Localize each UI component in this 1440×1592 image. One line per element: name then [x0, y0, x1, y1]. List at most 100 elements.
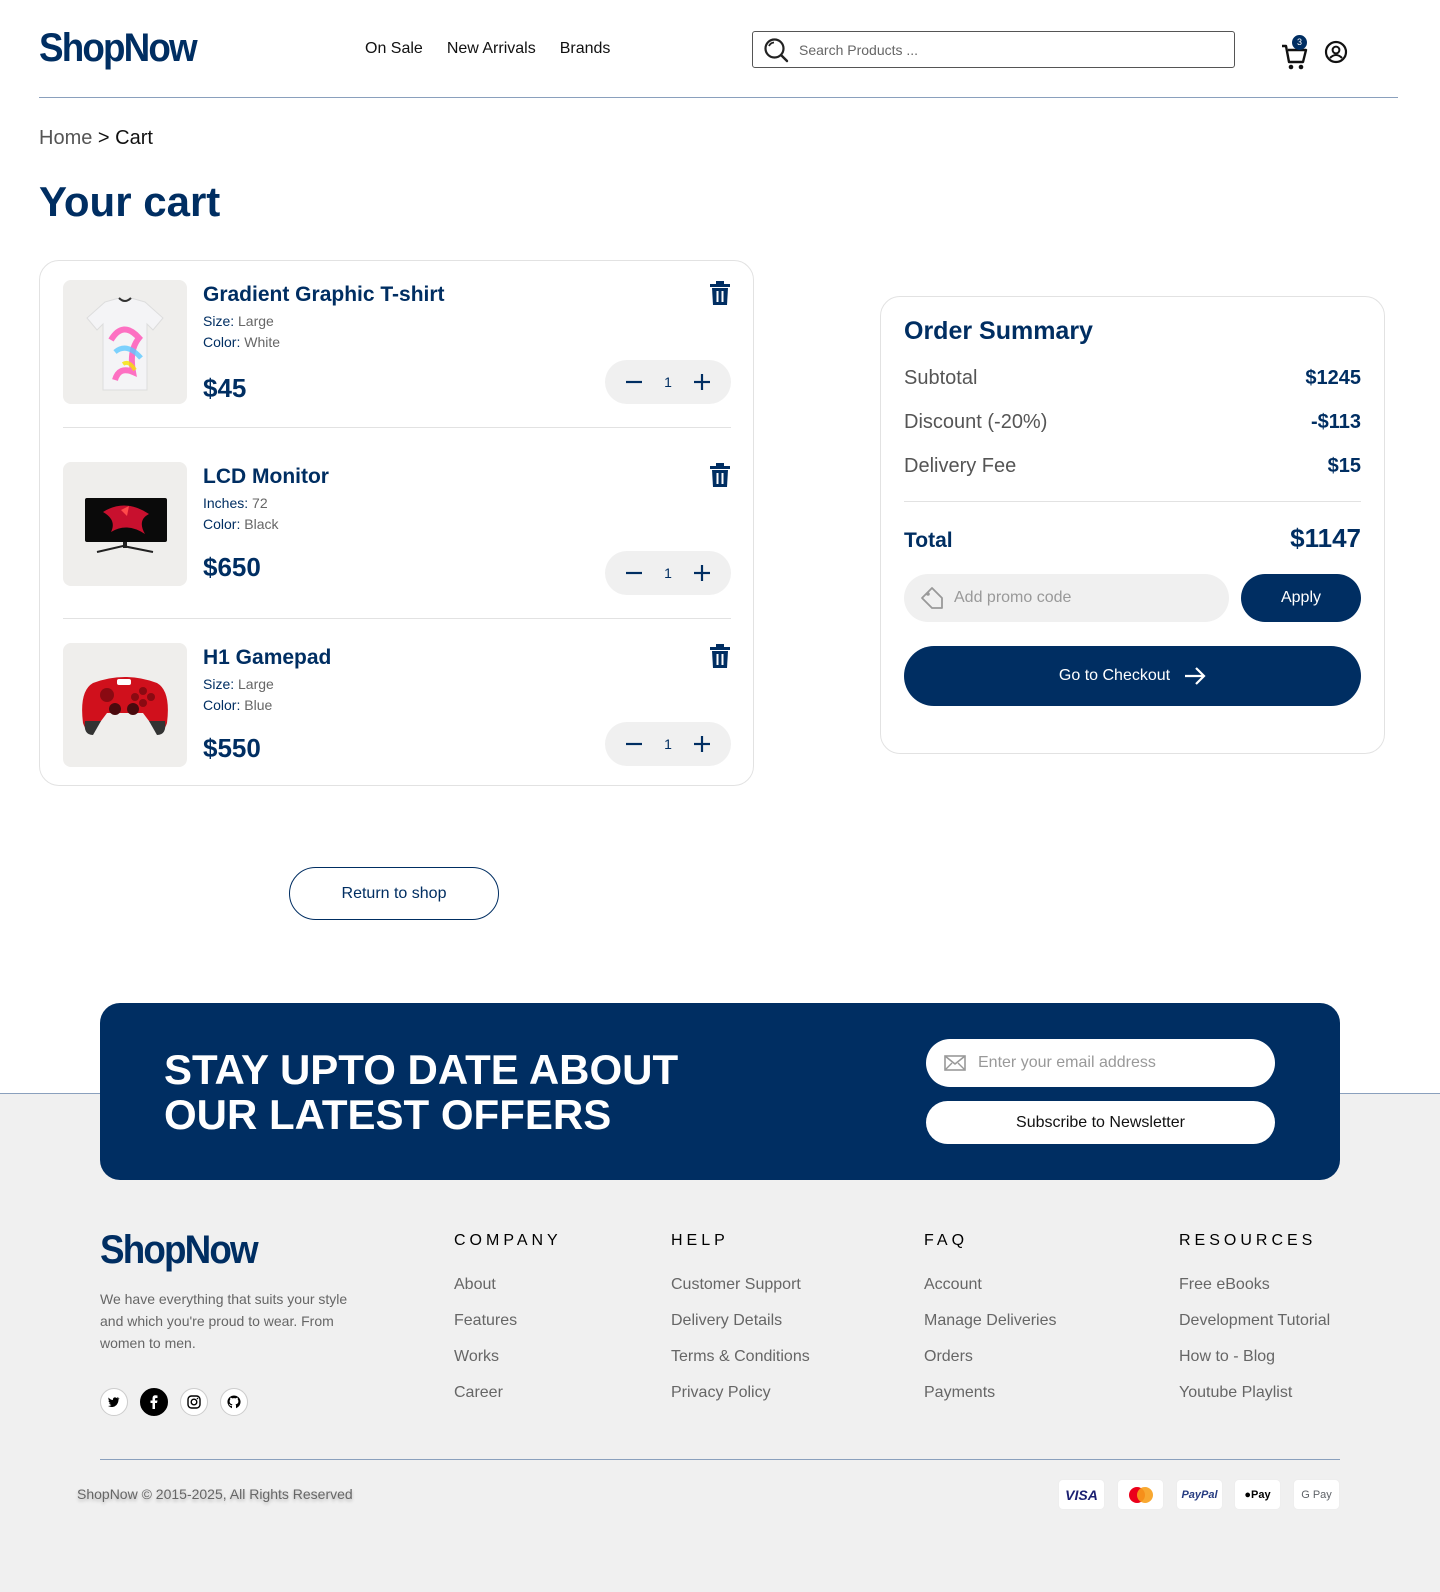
item-attribute: Color: White: [203, 334, 280, 350]
footer-link[interactable]: Account: [924, 1276, 1057, 1294]
apply-promo-button[interactable]: Apply: [1241, 574, 1361, 622]
item-name[interactable]: Gradient Graphic T-shirt: [203, 283, 445, 307]
plus-icon[interactable]: [693, 564, 711, 582]
footer-column-faq: FAQ Account Manage Deliveries Orders Pay…: [924, 1232, 1057, 1420]
subtotal-row: Subtotal $1245: [904, 367, 1361, 390]
footer-link[interactable]: Development Tutorial: [1179, 1312, 1330, 1330]
apple-pay-icon: ● Pay: [1234, 1479, 1281, 1510]
nav-new-arrivals[interactable]: New Arrivals: [447, 40, 536, 58]
trash-icon[interactable]: [709, 462, 731, 488]
attr-value: Large: [238, 313, 274, 329]
nav-brands[interactable]: Brands: [560, 40, 611, 58]
footer-link[interactable]: Terms & Conditions: [671, 1348, 810, 1366]
plus-icon[interactable]: [693, 735, 711, 753]
subtotal-label: Subtotal: [904, 367, 978, 389]
footer-column-help: HELP Customer Support Delivery Details T…: [671, 1232, 810, 1420]
attr-value: Large: [238, 676, 274, 692]
footer-link[interactable]: Career: [454, 1384, 562, 1402]
footer-column-title: RESOURCES: [1179, 1232, 1317, 1249]
promo-code-field[interactable]: [904, 574, 1229, 622]
newsletter-email-input[interactable]: [978, 1054, 1258, 1072]
minus-icon[interactable]: [625, 735, 643, 753]
product-image-monitor[interactable]: [63, 462, 187, 586]
footer-link[interactable]: Delivery Details: [671, 1312, 810, 1330]
attr-key: Inches:: [203, 495, 249, 511]
arrow-right-icon: [1185, 667, 1206, 685]
cart-item: H1 Gamepad Size: Large Color: Blue $550 …: [63, 643, 731, 767]
item-name[interactable]: H1 Gamepad: [203, 646, 331, 670]
product-image-tshirt[interactable]: [63, 280, 187, 404]
total-label: Total: [904, 529, 953, 552]
envelope-icon: [944, 1055, 966, 1071]
checkout-button[interactable]: Go to Checkout: [904, 646, 1361, 706]
newsletter-title-line: OUR LATEST OFFERS: [164, 1091, 612, 1138]
item-attribute: Inches: 72: [203, 495, 268, 511]
quantity-stepper: 1: [605, 551, 731, 595]
footer-link[interactable]: Payments: [924, 1384, 1057, 1402]
search-input[interactable]: [799, 41, 1199, 58]
footer-column-company: COMPANY About Features Works Career: [454, 1232, 562, 1420]
footer-link[interactable]: How to - Blog: [1179, 1348, 1330, 1366]
footer-link[interactable]: Privacy Policy: [671, 1384, 810, 1402]
summary-divider: [904, 501, 1361, 502]
footer-divider: [100, 1459, 1340, 1460]
footer-column-resources: RESOURCES Free eBooks Development Tutori…: [1179, 1232, 1330, 1420]
footer-description: We have everything that suits your style…: [100, 1291, 348, 1351]
footer-link[interactable]: Free eBooks: [1179, 1276, 1330, 1294]
quantity-stepper: 1: [605, 360, 731, 404]
total-row: Total $1147: [904, 523, 1361, 554]
return-to-shop-button[interactable]: Return to shop: [289, 867, 499, 920]
trash-icon[interactable]: [709, 280, 731, 306]
breadcrumb-home[interactable]: Home: [39, 127, 92, 149]
main-nav: On Sale New Arrivals Brands: [365, 40, 610, 58]
footer-link[interactable]: Customer Support: [671, 1276, 810, 1294]
quantity-value: 1: [664, 374, 672, 390]
logo[interactable]: ShopNow: [39, 26, 198, 71]
cart-item: Gradient Graphic T-shirt Size: Large Col…: [63, 280, 731, 404]
discount-label: Discount (-20%): [904, 411, 1048, 433]
subscribe-button[interactable]: Subscribe to Newsletter: [926, 1101, 1275, 1144]
quantity-value: 1: [664, 565, 672, 581]
product-image-gamepad[interactable]: [63, 643, 187, 767]
attr-value: White: [244, 334, 281, 350]
item-attribute: Size: Large: [203, 313, 274, 329]
item-divider: [63, 427, 731, 428]
footer-link[interactable]: Orders: [924, 1348, 1057, 1366]
footer-link[interactable]: Manage Deliveries: [924, 1312, 1057, 1330]
item-name[interactable]: LCD Monitor: [203, 465, 329, 489]
user-account-icon[interactable]: [1324, 40, 1348, 64]
newsletter-title: STAY UPTO DATE ABOUT OUR LATEST OFFERS: [164, 1047, 724, 1137]
item-price: $650: [203, 552, 261, 582]
footer-link[interactable]: Features: [454, 1312, 562, 1330]
discount-row: Discount (-20%) -$113: [904, 411, 1361, 434]
attr-key: Color:: [203, 334, 241, 350]
footer-link[interactable]: About: [454, 1276, 562, 1294]
footer-link[interactable]: Works: [454, 1348, 562, 1366]
copyright: ShopNow © 2015-2025, All Rights Reserved: [77, 1486, 353, 1502]
promo-code-input[interactable]: [954, 589, 1214, 607]
item-price: $45: [203, 373, 247, 403]
minus-icon[interactable]: [625, 373, 643, 391]
tag-icon: [921, 587, 943, 609]
mastercard-icon: [1117, 1479, 1164, 1510]
github-icon[interactable]: [220, 1388, 248, 1416]
breadcrumb-separator: >: [97, 127, 110, 149]
facebook-icon[interactable]: [140, 1388, 168, 1416]
attr-value: Black: [244, 516, 279, 532]
item-attribute: Color: Black: [203, 516, 278, 532]
footer-logo[interactable]: ShopNow: [100, 1228, 259, 1273]
subtotal-value: $1245: [1305, 367, 1361, 389]
newsletter-email-field[interactable]: [926, 1039, 1275, 1087]
plus-icon[interactable]: [693, 373, 711, 391]
nav-on-sale[interactable]: On Sale: [365, 40, 423, 58]
search-box[interactable]: [752, 31, 1235, 68]
page-title: Your cart: [39, 178, 221, 225]
twitter-icon[interactable]: [100, 1388, 128, 1416]
minus-icon[interactable]: [625, 564, 643, 582]
attr-key: Color:: [203, 697, 241, 713]
instagram-icon[interactable]: [180, 1388, 208, 1416]
footer-column-title: HELP: [671, 1232, 729, 1249]
trash-icon[interactable]: [709, 643, 731, 669]
item-price: $550: [203, 733, 261, 763]
footer-link[interactable]: Youtube Playlist: [1179, 1384, 1330, 1402]
